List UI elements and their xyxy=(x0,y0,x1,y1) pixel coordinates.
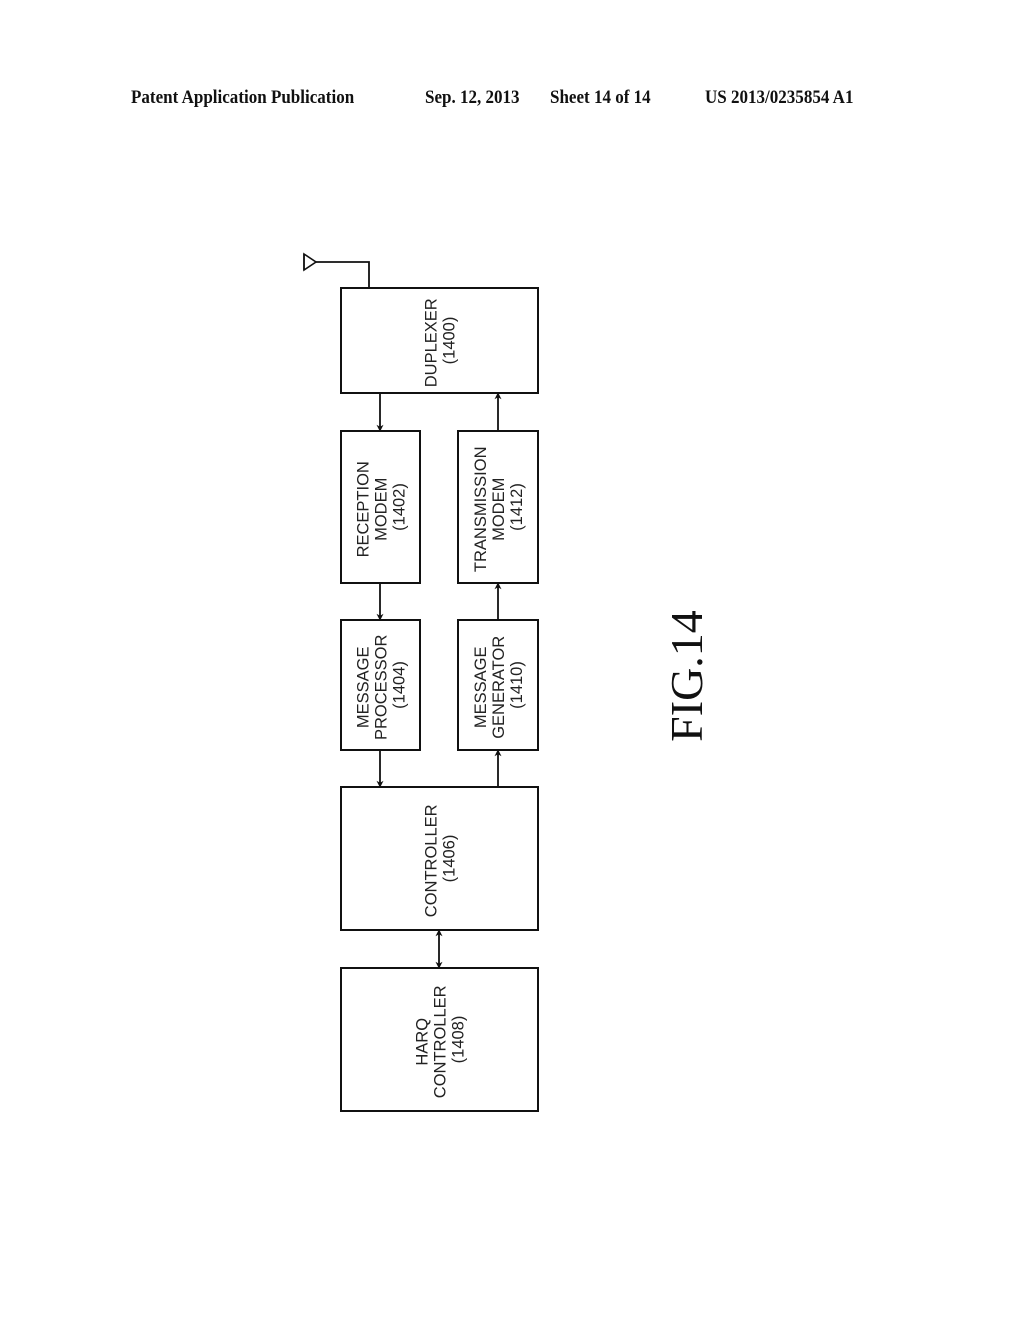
figure-label: FIG.14 xyxy=(661,610,712,742)
block-diagram: DUPLEXER (1400) RECEPTION MODEM (1402) T… xyxy=(303,252,712,1112)
antenna-icon xyxy=(303,252,318,272)
antenna-wire xyxy=(316,261,370,288)
block-transmission-modem: TRANSMISSION MODEM (1412) xyxy=(457,430,539,584)
block-duplexer: DUPLEXER (1400) xyxy=(340,287,539,394)
block-message-generator: MESSAGE GENERATOR (1410) xyxy=(457,619,539,751)
block-controller: CONTROLLER (1406) xyxy=(340,786,539,931)
block-message-processor: MESSAGE PROCESSOR (1404) xyxy=(340,619,421,751)
block-harq-controller: HARQ CONTROLLER (1408) xyxy=(340,967,539,1112)
block-reception-modem: RECEPTION MODEM (1402) xyxy=(340,430,421,584)
